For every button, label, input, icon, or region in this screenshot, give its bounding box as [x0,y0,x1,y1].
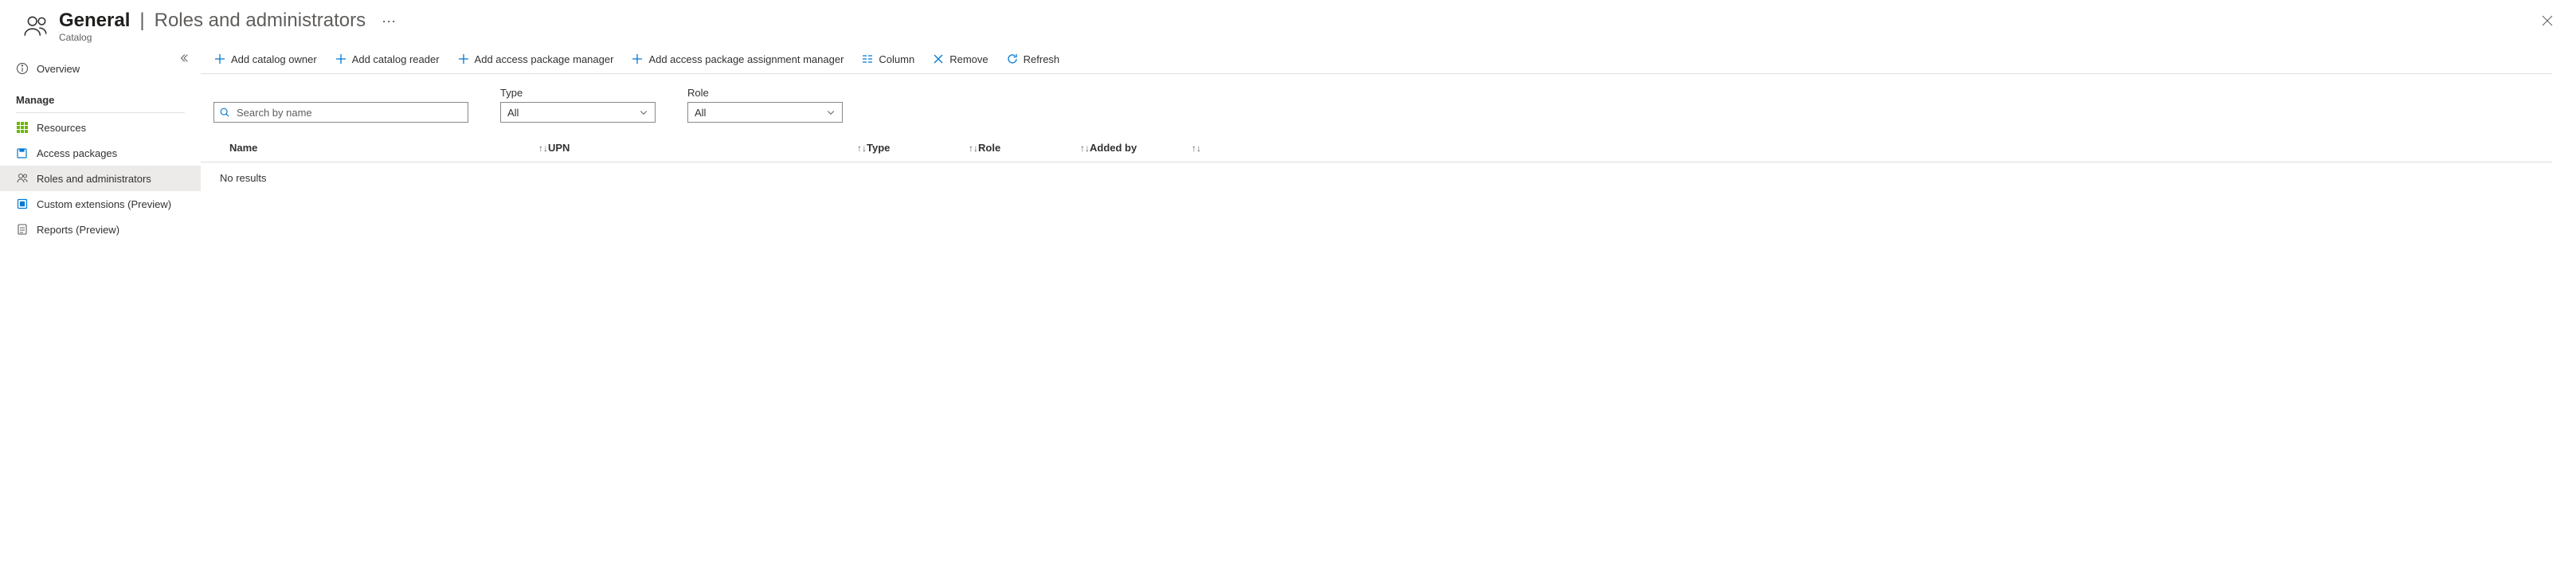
sidebar-item-label: Custom extensions (Preview) [37,198,171,210]
people-icon [22,13,49,40]
cmd-label: Add access package manager [475,53,614,65]
columns-icon [861,53,874,65]
column-header-name[interactable]: Name ↑↓ [213,142,548,154]
sidebar-item-roles[interactable]: Roles and administrators [0,166,201,191]
refresh-button[interactable]: Refresh [1006,53,1060,65]
column-label: Role [978,142,1000,154]
sidebar-item-access-packages[interactable]: Access packages [0,140,201,166]
sidebar-item-reports[interactable]: Reports (Preview) [0,217,201,242]
no-results-text: No results [201,162,2552,184]
add-catalog-reader-button[interactable]: Add catalog reader [335,53,440,65]
plus-icon [631,53,644,65]
search-input[interactable] [213,102,468,123]
column-label: Type [867,142,890,154]
cmd-label: Add catalog owner [231,53,317,65]
add-catalog-owner-button[interactable]: Add catalog owner [213,53,317,65]
sidebar-item-custom-extensions[interactable]: Custom extensions (Preview) [0,191,201,217]
column-header-type[interactable]: Type ↑↓ [867,142,978,154]
type-filter-label: Type [500,87,656,99]
x-icon [932,53,945,65]
cmd-label: Add access package assignment manager [648,53,844,65]
add-access-package-manager-button[interactable]: Add access package manager [457,53,614,65]
report-icon [16,223,29,236]
cmd-label: Add catalog reader [352,53,440,65]
type-filter-dropdown[interactable]: All [500,102,656,123]
sidebar-section-header: Manage [0,81,201,111]
search-icon [219,107,230,118]
role-filter-dropdown[interactable]: All [687,102,843,123]
page-subtitle: Catalog [59,32,397,43]
sort-icon: ↑↓ [1192,143,1201,154]
search-field[interactable] [235,106,463,119]
sidebar-item-label: Overview [37,63,80,75]
sort-icon: ↑↓ [857,143,867,154]
role-filter-label: Role [687,87,843,99]
sort-icon: ↑↓ [1080,143,1090,154]
column-button[interactable]: Column [861,53,914,65]
column-header-role[interactable]: Role ↑↓ [978,142,1090,154]
sidebar-item-label: Resources [37,122,86,134]
sidebar-divider [16,112,185,113]
sidebar-item-label: Roles and administrators [37,173,151,185]
page-title-light: Roles and administrators [155,10,366,32]
package-icon [16,147,29,159]
people-icon [16,172,29,185]
page-title: General | Roles and administrators ⋯ [59,10,397,32]
sidebar-item-label: Access packages [37,147,117,159]
extension-icon [16,198,29,210]
content-pane: Add catalog owner Add catalog reader Add… [201,48,2576,583]
close-button[interactable] [2541,14,2557,30]
page-header: General | Roles and administrators ⋯ Cat… [0,0,2576,48]
chevron-down-icon [826,108,836,117]
add-access-package-assignment-manager-button[interactable]: Add access package assignment manager [631,53,844,65]
sidebar-item-label: Reports (Preview) [37,224,119,236]
cmd-label: Remove [949,53,988,65]
grid-icon [16,121,29,134]
collapse-sidebar-button[interactable] [178,53,194,68]
chevron-down-icon [639,108,648,117]
sort-icon: ↑↓ [969,143,978,154]
refresh-icon [1006,53,1019,65]
column-label: Added by [1090,142,1137,154]
cmd-label: Refresh [1024,53,1060,65]
plus-icon [335,53,347,65]
filter-row: Type All Role All [201,74,2552,137]
column-header-added-by[interactable]: Added by ↑↓ [1090,142,1201,154]
column-label: UPN [548,142,570,154]
table-header: Name ↑↓ UPN ↑↓ Type ↑↓ Role ↑↓ Added by … [201,137,2552,162]
command-bar: Add catalog owner Add catalog reader Add… [201,48,2552,74]
page-title-bold: General [59,10,130,32]
type-filter-value: All [507,107,519,119]
plus-icon [457,53,470,65]
column-label: Name [229,142,257,154]
plus-icon [213,53,226,65]
title-separator: | [139,10,144,32]
cmd-label: Column [879,53,914,65]
remove-button[interactable]: Remove [932,53,988,65]
column-header-upn[interactable]: UPN ↑↓ [548,142,867,154]
sidebar-item-overview[interactable]: Overview [0,56,201,81]
more-icon[interactable]: ⋯ [382,14,397,30]
role-filter-value: All [695,107,706,119]
sort-icon: ↑↓ [538,143,548,154]
info-icon [16,62,29,75]
sidebar: Overview Manage Resources Access pack [0,48,201,583]
sidebar-item-resources[interactable]: Resources [0,115,201,140]
